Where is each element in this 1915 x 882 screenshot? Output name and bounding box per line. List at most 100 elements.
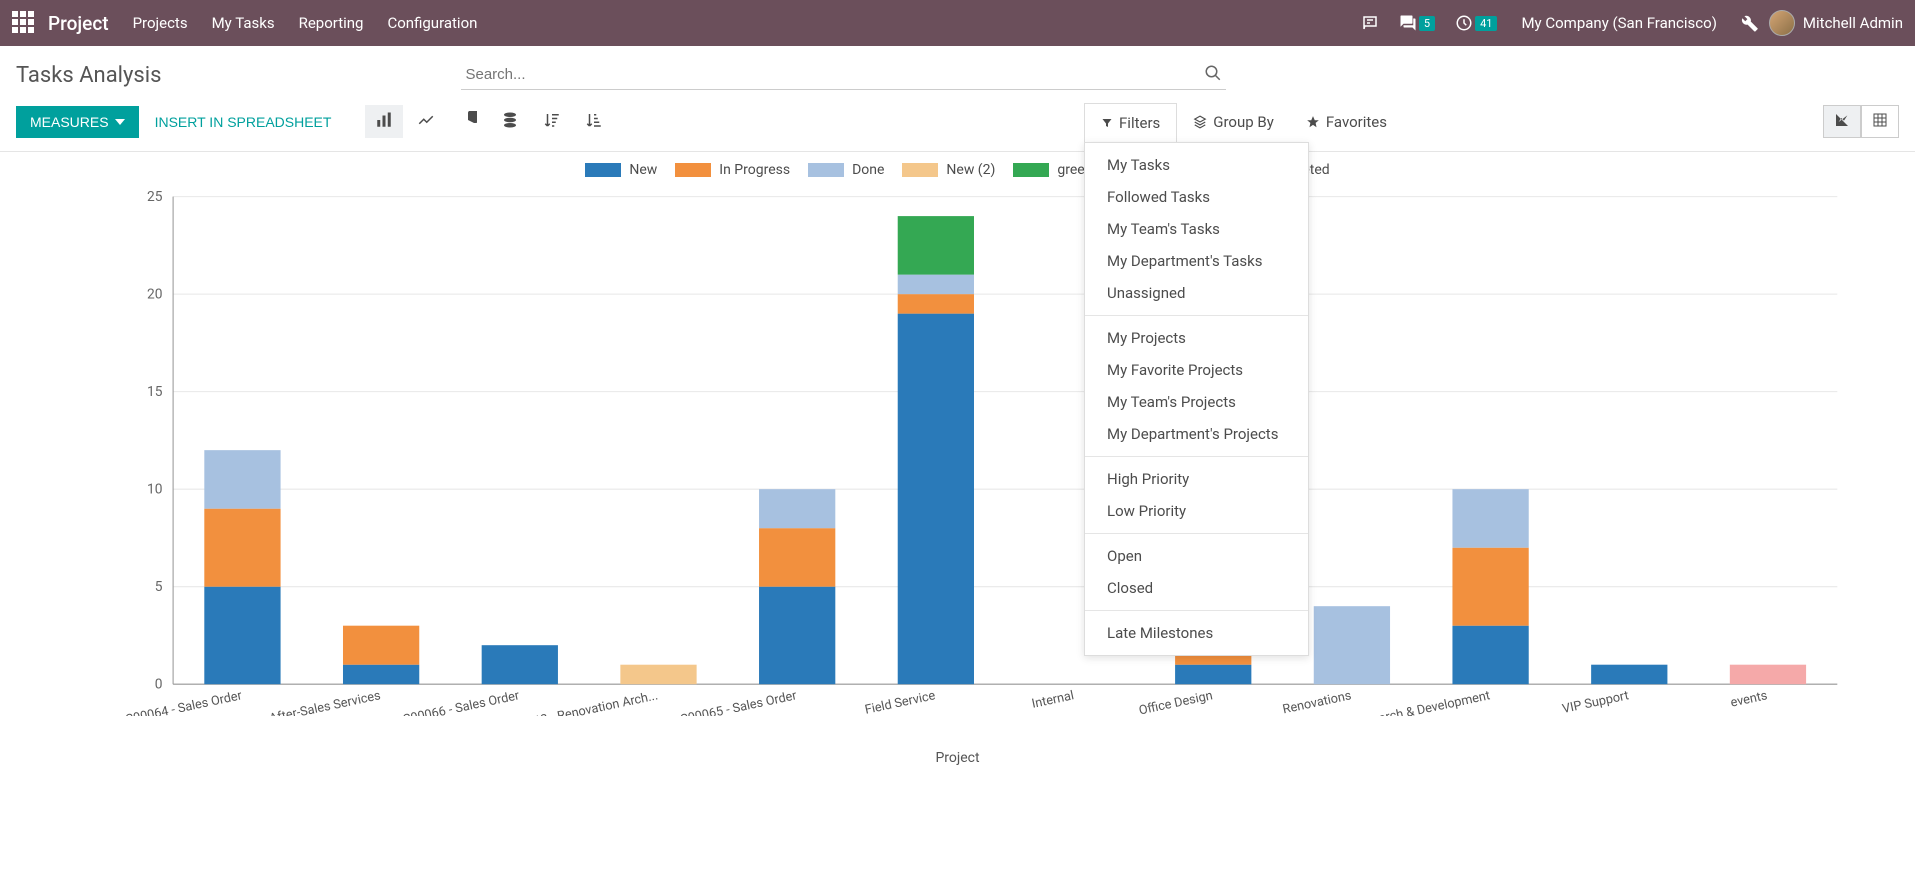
svg-text:Field Service: Field Service — [864, 688, 937, 716]
apps-icon[interactable] — [12, 11, 36, 35]
bar-segment[interactable] — [898, 314, 974, 685]
bar-segment[interactable] — [482, 645, 558, 684]
bar-segment[interactable] — [759, 528, 835, 587]
bar-chart-icon[interactable] — [365, 105, 403, 138]
legend-item[interactable]: New (2) — [902, 162, 995, 178]
avatar — [1769, 10, 1795, 36]
bar-segment[interactable] — [204, 450, 280, 509]
filter-tabs: Filters Group By Favorites My TasksFollo… — [1084, 102, 1403, 141]
bar-segment[interactable] — [1175, 665, 1251, 685]
bar-segment[interactable] — [343, 626, 419, 665]
filter-item[interactable]: My Department's Tasks — [1085, 245, 1308, 277]
search-icon[interactable] — [1204, 64, 1222, 86]
tab-groupby[interactable]: Group By — [1177, 103, 1290, 141]
bar-segment[interactable] — [1591, 665, 1667, 685]
app-brand[interactable]: Project — [48, 12, 109, 35]
svg-text:Research & Development: Research & Development — [1350, 688, 1491, 716]
legend-item[interactable]: New — [585, 162, 657, 178]
bar-segment[interactable] — [1452, 548, 1528, 626]
tools-icon[interactable] — [1741, 14, 1759, 32]
nav-my-tasks[interactable]: My Tasks — [212, 14, 275, 32]
svg-text:events: events — [1729, 688, 1769, 710]
line-chart-icon[interactable] — [407, 105, 445, 138]
nav-reporting[interactable]: Reporting — [299, 14, 364, 32]
bar-segment[interactable] — [204, 509, 280, 587]
svg-text:15: 15 — [147, 384, 163, 400]
bar-segment[interactable] — [898, 294, 974, 314]
bar-segment[interactable] — [1452, 626, 1528, 685]
view-switch — [1823, 105, 1899, 138]
chart-xlabel: Project — [20, 750, 1895, 766]
svg-text:0: 0 — [155, 676, 163, 692]
svg-text:10: 10 — [147, 481, 162, 497]
legend-item[interactable]: Done — [808, 162, 884, 178]
topbar: Project Projects My Tasks Reporting Conf… — [0, 0, 1915, 46]
filter-item[interactable]: Open — [1085, 540, 1308, 572]
sort-asc-icon[interactable] — [575, 105, 613, 138]
legend-item[interactable]: In Progress — [675, 162, 790, 178]
filter-item[interactable]: My Team's Tasks — [1085, 213, 1308, 245]
chat-badge: 5 — [1419, 16, 1435, 31]
svg-text:AGR - S00064 - Sales Order: AGR - S00064 - Sales Order — [91, 688, 244, 716]
filter-item[interactable]: Followed Tasks — [1085, 181, 1308, 213]
filter-item[interactable]: My Tasks — [1085, 149, 1308, 181]
svg-text:DECO - S00066 - Sales Order: DECO - S00066 - Sales Order — [360, 688, 521, 716]
bar-segment[interactable] — [204, 587, 280, 685]
bar-segment[interactable] — [898, 216, 974, 275]
insert-spreadsheet-button[interactable]: INSERT IN SPREADSHEET — [155, 114, 332, 130]
user-menu[interactable]: Mitchell Admin — [1769, 10, 1903, 36]
filter-item[interactable]: Unassigned — [1085, 277, 1308, 309]
svg-text:25: 25 — [147, 189, 163, 205]
clock-badge: 41 — [1475, 16, 1497, 31]
svg-text:5: 5 — [155, 579, 163, 595]
svg-text:20: 20 — [147, 286, 162, 302]
svg-text:Office Design: Office Design — [1138, 688, 1214, 716]
bar-segment[interactable] — [759, 587, 835, 685]
svg-text:VIP Support: VIP Support — [1561, 688, 1630, 716]
pie-chart-icon[interactable] — [449, 105, 487, 138]
clock-icon[interactable]: 41 — [1455, 14, 1497, 32]
tab-favorites[interactable]: Favorites — [1290, 103, 1403, 141]
bar-segment[interactable] — [898, 275, 974, 295]
svg-text:Internal: Internal — [1031, 688, 1076, 712]
stacked-icon[interactable] — [491, 105, 529, 138]
filter-item[interactable]: My Team's Projects — [1085, 386, 1308, 418]
nav-configuration[interactable]: Configuration — [387, 14, 477, 32]
tab-filters[interactable]: Filters — [1084, 103, 1177, 142]
search-wrap — [461, 60, 1226, 90]
filter-item[interactable]: Closed — [1085, 572, 1308, 604]
header-row: Tasks Analysis — [0, 46, 1915, 98]
chat-icon[interactable]: 5 — [1399, 14, 1435, 32]
chart-area: NewIn ProgressDoneNew (2)greenInternalco… — [0, 152, 1915, 786]
chart-svg: 0 5 10 15 20 25 AGR - S00064 - Sales Order Afte… — [20, 186, 1895, 716]
bar-segment[interactable] — [1314, 606, 1390, 684]
filter-item[interactable]: My Favorite Projects — [1085, 354, 1308, 386]
filter-item[interactable]: Low Priority — [1085, 495, 1308, 527]
svg-text:DPC - S00065 - Sales Order: DPC - S00065 - Sales Order — [646, 688, 799, 716]
filter-item[interactable]: My Projects — [1085, 322, 1308, 354]
bar-segment[interactable] — [343, 665, 419, 685]
sort-desc-icon[interactable] — [533, 105, 571, 138]
page-title: Tasks Analysis — [16, 63, 161, 88]
chart-legend: NewIn ProgressDoneNew (2)greenInternalco… — [20, 162, 1895, 178]
company-selector[interactable]: My Company (San Francisco) — [1521, 14, 1716, 32]
filter-item[interactable]: High Priority — [1085, 463, 1308, 495]
filters-dropdown: My TasksFollowed TasksMy Team's TasksMy … — [1084, 142, 1309, 656]
bar-segment[interactable] — [1730, 665, 1806, 685]
toolbar-row: MEASURES INSERT IN SPREADSHEET Filters G… — [0, 98, 1915, 152]
pivot-view-button[interactable] — [1861, 105, 1899, 138]
svg-text:Renovations: Renovations — [1281, 688, 1352, 716]
bar-segment[interactable] — [620, 665, 696, 685]
measures-button[interactable]: MEASURES — [16, 106, 139, 138]
search-input[interactable] — [461, 60, 1226, 90]
bar-segment[interactable] — [1452, 489, 1528, 548]
filter-item[interactable]: Late Milestones — [1085, 617, 1308, 649]
svg-text:After-Sales Services: After-Sales Services — [268, 688, 382, 716]
filter-item[interactable]: My Department's Projects — [1085, 418, 1308, 450]
legend-item[interactable]: green — [1013, 162, 1092, 178]
phone-icon[interactable] — [1361, 14, 1379, 32]
nav-projects[interactable]: Projects — [133, 14, 188, 32]
bar-segment[interactable] — [759, 489, 835, 528]
graph-view-button[interactable] — [1823, 105, 1861, 138]
user-name: Mitchell Admin — [1803, 14, 1903, 32]
